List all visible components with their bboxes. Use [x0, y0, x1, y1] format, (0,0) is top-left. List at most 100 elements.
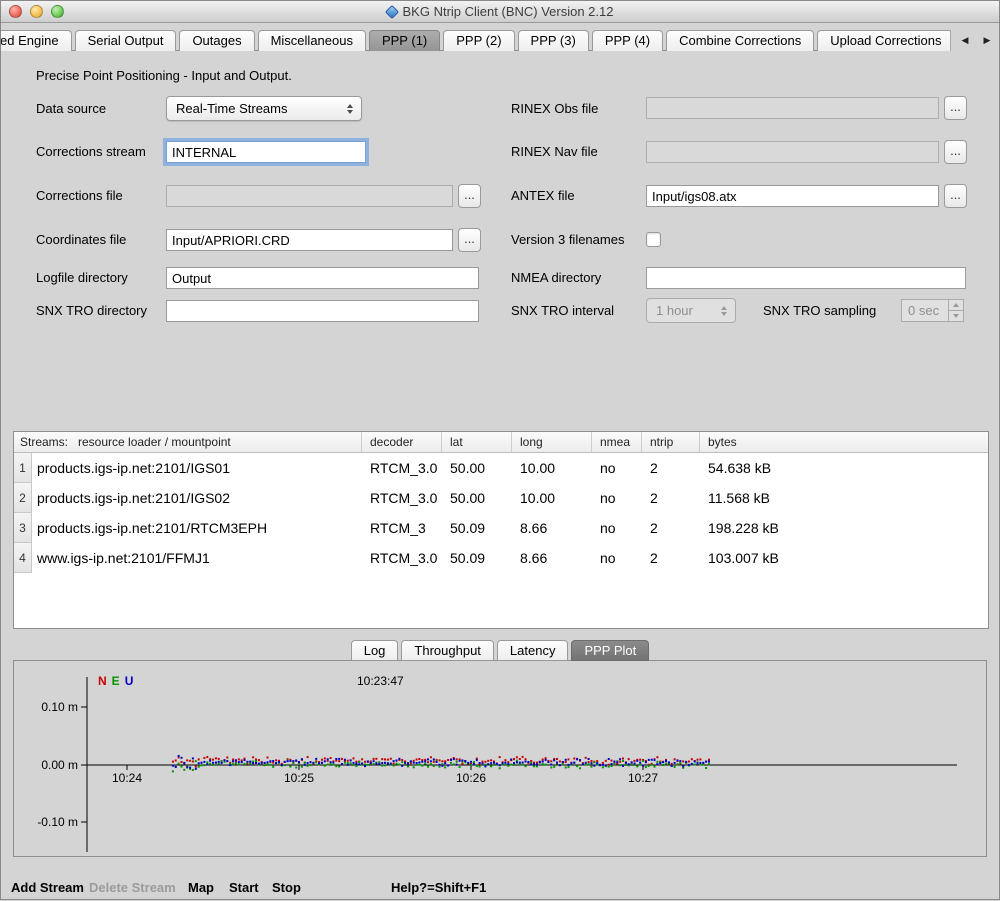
cell-decoder: RTCM_3 — [362, 513, 442, 543]
add-stream-button[interactable]: Add Stream — [11, 880, 84, 895]
cell-bytes: 11.568 kB — [700, 483, 988, 513]
tab-miscellaneous[interactable]: Miscellaneous — [258, 30, 366, 51]
cell-ntrip: 2 — [642, 483, 700, 513]
snx-tro-directory-input[interactable] — [166, 300, 479, 322]
table-row[interactable]: 3 products.igs-ip.net:2101/RTCM3EPH RTCM… — [14, 513, 988, 543]
titlebar[interactable]: BKG Ntrip Client (BNC) Version 2.12 — [1, 1, 999, 23]
coordinates-file-browse-button[interactable]: ... — [458, 228, 481, 252]
table-row[interactable]: 1 products.igs-ip.net:2101/IGS01 RTCM_3.… — [14, 453, 988, 483]
legend-east: E — [112, 674, 120, 688]
tab-serial-output[interactable]: Serial Output — [75, 30, 177, 51]
tab-throughput[interactable]: Throughput — [401, 640, 494, 661]
table-row[interactable]: 4 www.igs-ip.net:2101/FFMJ1 RTCM_3.0 50.… — [14, 543, 988, 573]
nmea-directory-input[interactable] — [646, 267, 966, 289]
cell-nmea: no — [592, 543, 642, 573]
cell-decoder: RTCM_3.0 — [362, 453, 442, 483]
snx-tro-directory-label: SNX TRO directory — [36, 303, 147, 318]
zoom-button[interactable] — [51, 5, 64, 18]
chevron-up-down-icon — [342, 104, 358, 114]
cell-decoder: RTCM_3.0 — [362, 543, 442, 573]
tab-feed-engine[interactable]: ed Engine — [1, 30, 72, 51]
version3-filenames-checkbox[interactable] — [646, 232, 661, 247]
chevron-up-down-icon — [716, 306, 732, 316]
window-title-area: BKG Ntrip Client (BNC) Version 2.12 — [387, 4, 614, 19]
spinner-arrows-icon[interactable] — [948, 300, 963, 321]
minimize-button[interactable] — [30, 5, 43, 18]
row-number[interactable]: 1 — [14, 453, 32, 483]
nmea-directory-label: NMEA directory — [511, 270, 601, 285]
cell-mountpoint: products.igs-ip.net:2101/IGS02 — [32, 483, 362, 513]
rinex-nav-file-label: RINEX Nav file — [511, 144, 598, 159]
cell-ntrip: 2 — [642, 513, 700, 543]
start-button[interactable]: Start — [229, 880, 259, 895]
rinex-obs-file-label: RINEX Obs file — [511, 101, 598, 116]
rinex-obs-browse-button[interactable]: ... — [944, 96, 967, 120]
statusbar: Add Stream Delete Stream Map Start Stop … — [1, 871, 999, 901]
version3-filenames-label: Version 3 filenames — [511, 232, 624, 247]
row-number[interactable]: 2 — [14, 483, 32, 513]
plot-tab-bar: Log Throughput Latency PPP Plot — [1, 640, 999, 661]
cell-lat: 50.09 — [442, 513, 512, 543]
ppp-plot-canvas — [14, 661, 986, 856]
row-number[interactable]: 4 — [14, 543, 32, 573]
cell-lat: 50.00 — [442, 453, 512, 483]
coordinates-file-input[interactable] — [166, 229, 453, 251]
data-source-select[interactable]: Real-Time Streams — [166, 96, 362, 121]
corrections-file-input[interactable] — [166, 185, 453, 207]
main-tab-bar: ed Engine Serial Output Outages Miscella… — [1, 30, 999, 51]
tab-ppp-3[interactable]: PPP (3) — [518, 30, 589, 51]
cell-nmea: no — [592, 453, 642, 483]
snx-tro-sampling-spinner[interactable]: 0 sec — [901, 299, 964, 322]
bnc-window: { "window": { "title": "BKG Ntrip Client… — [0, 0, 1000, 900]
tab-ppp-2[interactable]: PPP (2) — [443, 30, 514, 51]
rinex-nav-browse-button[interactable]: ... — [944, 140, 967, 164]
snx-tro-sampling-label: SNX TRO sampling — [763, 303, 876, 318]
tab-ppp-1[interactable]: PPP (1) — [369, 30, 440, 51]
corrections-file-browse-button[interactable]: ... — [458, 184, 481, 208]
close-button[interactable] — [9, 5, 22, 18]
tab-outages[interactable]: Outages — [179, 30, 254, 51]
traffic-lights — [9, 5, 64, 18]
logfile-directory-input[interactable] — [166, 267, 479, 289]
rinex-obs-file-input[interactable] — [646, 97, 939, 119]
tab-upload-corrections[interactable]: Upload Corrections — [817, 30, 954, 51]
tab-latency[interactable]: Latency — [497, 640, 569, 661]
coordinates-file-label: Coordinates file — [36, 232, 126, 247]
cell-lat: 50.00 — [442, 483, 512, 513]
col-decoder[interactable]: decoder — [362, 432, 442, 452]
delete-stream-button[interactable]: Delete Stream — [89, 880, 176, 895]
map-button[interactable]: Map — [188, 880, 214, 895]
cell-long: 8.66 — [512, 513, 592, 543]
tab-scroll-right-icon[interactable]: ▶ — [981, 35, 993, 46]
snx-tro-sampling-value: 0 sec — [902, 300, 948, 321]
col-nmea[interactable]: nmea — [592, 432, 642, 452]
col-long[interactable]: long — [512, 432, 592, 452]
y-tick-label: 0.10 m — [16, 700, 78, 714]
tab-log[interactable]: Log — [351, 640, 399, 661]
col-mountpoint[interactable]: Streams: resource loader / mountpoint — [14, 432, 362, 452]
cell-mountpoint: products.igs-ip.net:2101/RTCM3EPH — [32, 513, 362, 543]
table-row[interactable]: 2 products.igs-ip.net:2101/IGS02 RTCM_3.… — [14, 483, 988, 513]
snx-tro-interval-select[interactable]: 1 hour — [646, 298, 736, 323]
cell-decoder: RTCM_3.0 — [362, 483, 442, 513]
tab-ppp-plot[interactable]: PPP Plot — [571, 640, 649, 661]
rinex-nav-file-input[interactable] — [646, 141, 939, 163]
tab-combine-corrections[interactable]: Combine Corrections — [666, 30, 814, 51]
col-ntrip[interactable]: ntrip — [642, 432, 700, 452]
col-bytes[interactable]: bytes — [700, 432, 988, 452]
antex-browse-button[interactable]: ... — [944, 184, 967, 208]
data-source-value: Real-Time Streams — [176, 101, 336, 116]
stop-button[interactable]: Stop — [272, 880, 301, 895]
data-source-label: Data source — [36, 101, 106, 116]
help-shortcut-label: Help?=Shift+F1 — [391, 880, 486, 895]
tab-scroll-left-icon[interactable]: ◀ — [959, 35, 971, 46]
x-tick-label: 10:24 — [102, 771, 152, 785]
col-lat[interactable]: lat — [442, 432, 512, 452]
antex-file-input[interactable] — [646, 185, 939, 207]
plot-legend: N E U — [98, 674, 133, 688]
tab-ppp-4[interactable]: PPP (4) — [592, 30, 663, 51]
corrections-stream-input[interactable] — [166, 141, 366, 163]
cell-ntrip: 2 — [642, 453, 700, 483]
ppp-plot-panel: N E U 10:23:47 0.10 m 0.00 m -0.10 m 10:… — [13, 660, 987, 857]
row-number[interactable]: 3 — [14, 513, 32, 543]
